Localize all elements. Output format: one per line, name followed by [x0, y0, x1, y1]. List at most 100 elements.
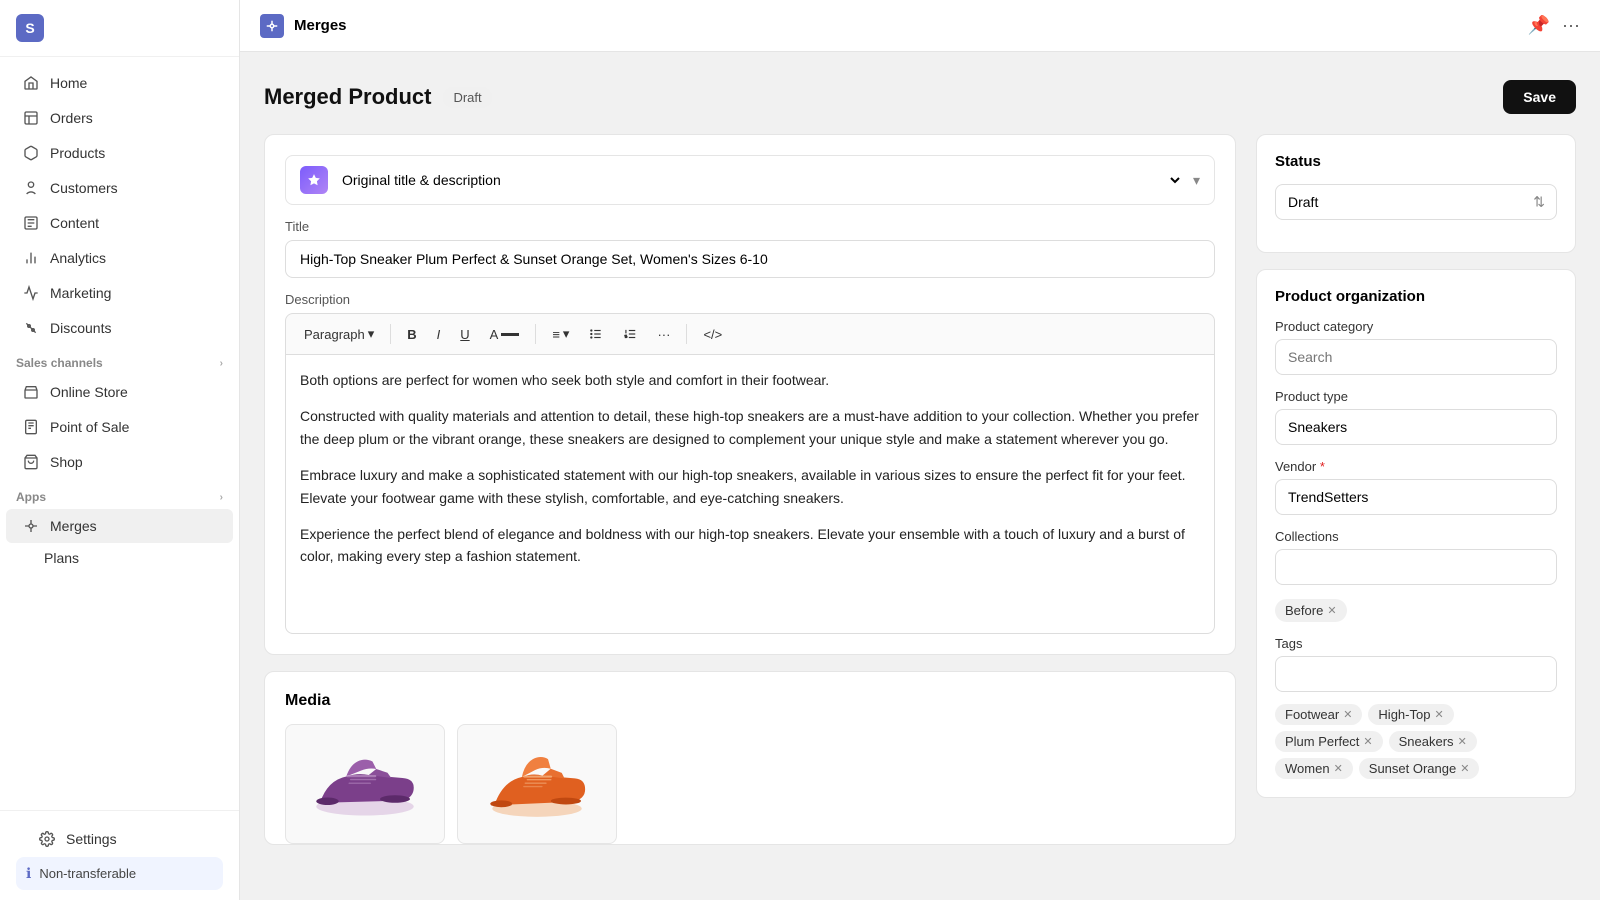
title-input[interactable]	[285, 240, 1215, 278]
sidebar-item-shop[interactable]: Shop	[6, 445, 233, 479]
description-editor[interactable]: Both options are perfect for women who s…	[285, 354, 1215, 634]
ai-icon	[300, 166, 328, 194]
collection-tag-label: Before	[1285, 603, 1323, 618]
more-icon[interactable]: ···	[1562, 15, 1580, 36]
sidebar: S Home Orders Products Customers	[0, 0, 240, 900]
sidebar-item-content[interactable]: Content	[6, 206, 233, 240]
sidebar-item-orders[interactable]: Orders	[6, 101, 233, 135]
customers-icon	[22, 179, 40, 197]
sidebar-item-online-store[interactable]: Online Store	[6, 375, 233, 409]
tags-input[interactable]	[1275, 656, 1557, 692]
apps-section: Apps ›	[0, 480, 239, 508]
pos-icon	[22, 418, 40, 436]
ai-chevron-icon: ▾	[1193, 172, 1200, 189]
sidebar-item-marketing[interactable]: Marketing	[6, 276, 233, 310]
more-button[interactable]: ···	[649, 323, 678, 346]
collections-input[interactable]	[1275, 549, 1557, 585]
sidebar-item-home-label: Home	[50, 75, 87, 91]
color-bar	[501, 333, 519, 336]
tag-high-top-remove[interactable]: ✕	[1434, 708, 1443, 721]
sidebar-item-pos-label: Point of Sale	[50, 419, 129, 435]
sidebar-item-customers[interactable]: Customers	[6, 171, 233, 205]
product-organization-card: Product organization Product category Pr…	[1256, 269, 1576, 798]
bold-button[interactable]: B	[399, 323, 424, 346]
description-label: Description	[285, 292, 1215, 307]
home-icon	[22, 74, 40, 92]
media-card: Media	[264, 671, 1236, 845]
sidebar-item-products[interactable]: Products	[6, 136, 233, 170]
main-panel: Merges 📌 ··· Merged Product Draft Save	[240, 0, 1600, 900]
tag-plum-perfect-remove[interactable]: ✕	[1363, 735, 1372, 748]
vendor-input[interactable]	[1275, 479, 1557, 515]
tag-footwear: Footwear ✕	[1275, 704, 1362, 725]
sidebar-item-home[interactable]: Home	[6, 66, 233, 100]
info-icon: ℹ	[26, 865, 31, 882]
title-description-card: Original title & description ▾ Title Des…	[264, 134, 1236, 655]
tag-women-label: Women	[1285, 761, 1330, 776]
sidebar-item-customers-label: Customers	[50, 180, 118, 196]
sidebar-item-plans[interactable]: Plans	[6, 544, 233, 572]
non-transferable-label: Non-transferable	[39, 866, 136, 881]
collection-tag-remove[interactable]: ✕	[1327, 604, 1336, 617]
numbered-button[interactable]	[615, 323, 645, 345]
sidebar-item-merges[interactable]: Merges	[6, 509, 233, 543]
page-header: Merged Product Draft Save	[264, 80, 1576, 114]
toolbar-sep-3	[686, 324, 687, 344]
draft-badge: Draft	[443, 87, 491, 108]
sidebar-item-orders-label: Orders	[50, 110, 93, 126]
merges-icon	[22, 517, 40, 535]
toolbar-sep-1	[390, 324, 391, 344]
tag-sneakers-label: Sneakers	[1399, 734, 1454, 749]
tag-plum-perfect: Plum Perfect ✕	[1275, 731, 1383, 752]
paragraph-chevron: ▾	[368, 326, 375, 342]
topbar-right: 📌 ···	[1528, 15, 1580, 36]
toolbar-sep-2	[535, 324, 536, 344]
sidebar-item-online-store-label: Online Store	[50, 384, 128, 400]
pin-icon[interactable]: 📌	[1528, 15, 1550, 36]
save-button[interactable]: Save	[1503, 80, 1576, 114]
sidebar-item-plans-label: Plans	[44, 550, 79, 566]
sidebar-item-analytics[interactable]: Analytics	[6, 241, 233, 275]
bullets-button[interactable]	[581, 323, 611, 345]
italic-button[interactable]: I	[429, 323, 449, 346]
sidebar-item-content-label: Content	[50, 215, 99, 231]
tag-women: Women ✕	[1275, 758, 1353, 779]
tag-sunset-orange-label: Sunset Orange	[1369, 761, 1456, 776]
underline-button[interactable]: U	[452, 323, 477, 346]
ai-select-dropdown[interactable]: Original title & description	[338, 171, 1183, 189]
content-icon	[22, 214, 40, 232]
apps-chevron: ›	[220, 492, 223, 503]
side-column: Status Draft Active ⇅ Product organizati…	[1256, 134, 1576, 798]
online-store-icon	[22, 383, 40, 401]
code-button[interactable]: </>	[695, 323, 730, 346]
topbar-left: Merges	[260, 14, 347, 38]
status-card: Status Draft Active ⇅	[1256, 134, 1576, 253]
status-select[interactable]: Draft Active	[1275, 184, 1557, 220]
align-button[interactable]: ≡ ▾	[544, 322, 577, 346]
content-area: Merged Product Draft Save Original title	[240, 52, 1600, 900]
sidebar-logo: S	[0, 0, 239, 57]
media-item-1[interactable]	[285, 724, 445, 844]
shop-icon	[22, 453, 40, 471]
media-item-2[interactable]	[457, 724, 617, 844]
app-logo-icon: S	[16, 14, 44, 42]
sidebar-item-discounts[interactable]: Discounts	[6, 311, 233, 345]
sidebar-item-point-of-sale[interactable]: Point of Sale	[6, 410, 233, 444]
tag-sneakers: Sneakers ✕	[1389, 731, 1477, 752]
desc-para-3: Embrace luxury and make a sophisticated …	[300, 464, 1200, 509]
color-button[interactable]: A	[482, 323, 528, 346]
sidebar-item-settings[interactable]: Settings	[22, 822, 217, 856]
collection-tag-before: Before ✕	[1275, 599, 1347, 622]
paragraph-select[interactable]: Paragraph ▾	[296, 322, 382, 346]
tag-women-remove[interactable]: ✕	[1334, 762, 1343, 775]
discounts-icon	[22, 319, 40, 337]
tag-sunset-orange-remove[interactable]: ✕	[1460, 762, 1469, 775]
tag-plum-perfect-label: Plum Perfect	[1285, 734, 1359, 749]
ai-selector-bar[interactable]: Original title & description ▾	[285, 155, 1215, 205]
main-column: Original title & description ▾ Title Des…	[264, 134, 1236, 845]
category-search-input[interactable]	[1275, 339, 1557, 375]
tag-sneakers-remove[interactable]: ✕	[1458, 735, 1467, 748]
tag-footwear-remove[interactable]: ✕	[1343, 708, 1352, 721]
type-input[interactable]	[1275, 409, 1557, 445]
sidebar-item-settings-label: Settings	[66, 831, 117, 847]
